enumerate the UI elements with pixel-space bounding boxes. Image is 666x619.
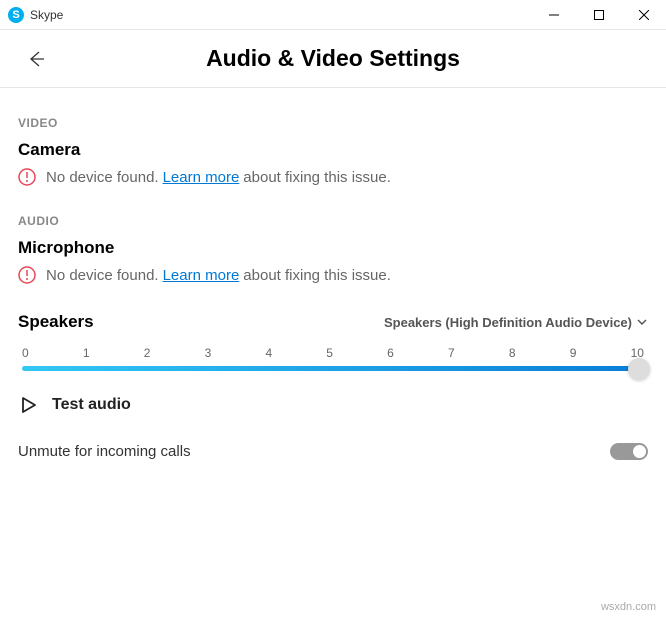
microphone-warning-prefix: No device found.: [46, 267, 159, 284]
tick: 2: [144, 346, 151, 360]
speakers-device-label: Speakers (High Definition Audio Device): [384, 315, 632, 330]
tick: 7: [448, 346, 455, 360]
chevron-down-icon: [636, 316, 648, 328]
slider-tick-labels: 0 1 2 3 4 5 6 7 8 9 10: [18, 346, 648, 366]
tick: 9: [570, 346, 577, 360]
microphone-warning: No device found. Learn more about fixing…: [18, 266, 648, 284]
maximize-icon: [594, 10, 604, 20]
minimize-icon: [549, 10, 559, 20]
speakers-row: Speakers Speakers (High Definition Audio…: [18, 312, 648, 332]
unmute-toggle[interactable]: [610, 443, 648, 460]
microphone-warning-suffix: about fixing this issue.: [243, 267, 391, 284]
window-titlebar: S Skype: [0, 0, 666, 30]
play-icon: [18, 395, 38, 415]
tick: 0: [22, 346, 29, 360]
skype-logo-icon: S: [8, 7, 24, 23]
tick: 5: [326, 346, 333, 360]
tick: 3: [205, 346, 212, 360]
speakers-device-select[interactable]: Speakers (High Definition Audio Device): [384, 315, 648, 330]
slider-thumb[interactable]: [628, 358, 650, 380]
camera-warning-suffix: about fixing this issue.: [243, 169, 391, 186]
back-arrow-icon: [27, 50, 45, 68]
minimize-button[interactable]: [531, 0, 576, 30]
unmute-row: Unmute for incoming calls: [18, 443, 648, 460]
back-button[interactable]: [20, 43, 52, 75]
titlebar-left: S Skype: [0, 7, 63, 23]
unmute-label: Unmute for incoming calls: [18, 443, 191, 460]
warning-icon: [18, 168, 36, 186]
tick: 8: [509, 346, 516, 360]
toggle-knob: [633, 445, 646, 458]
warning-icon: [18, 266, 36, 284]
microphone-learn-more-link[interactable]: Learn more: [163, 267, 240, 284]
audio-section-label: AUDIO: [18, 214, 648, 228]
window-controls: [531, 0, 666, 30]
camera-learn-more-link[interactable]: Learn more: [163, 169, 240, 186]
test-audio-label: Test audio: [52, 396, 131, 414]
tick: 6: [387, 346, 394, 360]
tick: 4: [265, 346, 272, 360]
page-header: Audio & Video Settings: [0, 30, 666, 88]
video-section-label: VIDEO: [18, 116, 648, 130]
page-title: Audio & Video Settings: [0, 45, 666, 72]
app-title: Skype: [30, 8, 63, 22]
camera-warning: No device found. Learn more about fixing…: [18, 168, 648, 186]
camera-heading: Camera: [18, 140, 648, 160]
close-icon: [639, 10, 649, 20]
watermark: wsxdn.com: [601, 601, 656, 613]
close-button[interactable]: [621, 0, 666, 30]
content: VIDEO Camera No device found. Learn more…: [0, 88, 666, 460]
speakers-heading: Speakers: [18, 312, 94, 332]
microphone-heading: Microphone: [18, 238, 648, 258]
maximize-button[interactable]: [576, 0, 621, 30]
camera-warning-prefix: No device found.: [46, 169, 159, 186]
tick: 1: [83, 346, 90, 360]
volume-slider[interactable]: [18, 366, 648, 371]
slider-track: [22, 366, 644, 371]
test-audio-button[interactable]: Test audio: [18, 395, 648, 415]
